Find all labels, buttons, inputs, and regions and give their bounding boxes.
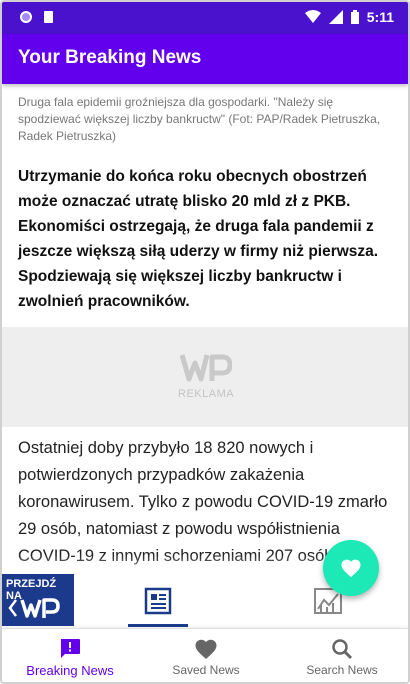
news-tab-button[interactable] [128,574,188,628]
signal-icon [328,10,343,24]
article-content[interactable]: Druga fala epidemii groźniejsza dla gosp… [2,84,408,598]
photo-caption: Druga fala epidemii groźniejsza dla gosp… [18,95,381,143]
notification-icon [20,11,32,23]
feedback-icon [61,639,80,658]
article-lead: Utrzymanie do końca roku obecnych obostr… [18,168,379,310]
search-icon [332,639,353,660]
heart-icon [341,559,361,578]
nav-saved-news[interactable]: Saved News [138,629,274,682]
wifi-icon [304,10,321,23]
phone-screen: 5:11 Your Breaking News Druga fala epide… [0,0,410,684]
advertisement-box[interactable]: REKLAMA [2,327,408,427]
newspaper-icon [144,587,172,615]
battery-icon [350,10,359,24]
heart-icon [195,639,217,659]
ad-label: REKLAMA [178,388,235,400]
nav-label: Breaking News [26,663,114,678]
nav-label: Search News [306,663,378,677]
nav-breaking-news[interactable]: Breaking News [2,629,138,682]
sd-card-icon [44,11,53,23]
app-bar: Your Breaking News [2,34,408,84]
status-time: 5:11 [366,9,394,25]
wp-logo-icon [180,354,232,382]
app-title: Your Breaking News [18,47,202,68]
save-favorite-button[interactable] [323,540,379,596]
go-to-wp-button[interactable]: PRZEJDŹ NA [2,574,74,626]
wp-brand-icon [8,598,60,618]
bottom-navigation: Breaking News Saved News Search News [2,628,408,682]
status-bar: 5:11 [2,2,408,34]
nav-search-news[interactable]: Search News [274,629,408,682]
nav-label: Saved News [172,663,240,677]
news-tab-indicator [128,624,188,627]
